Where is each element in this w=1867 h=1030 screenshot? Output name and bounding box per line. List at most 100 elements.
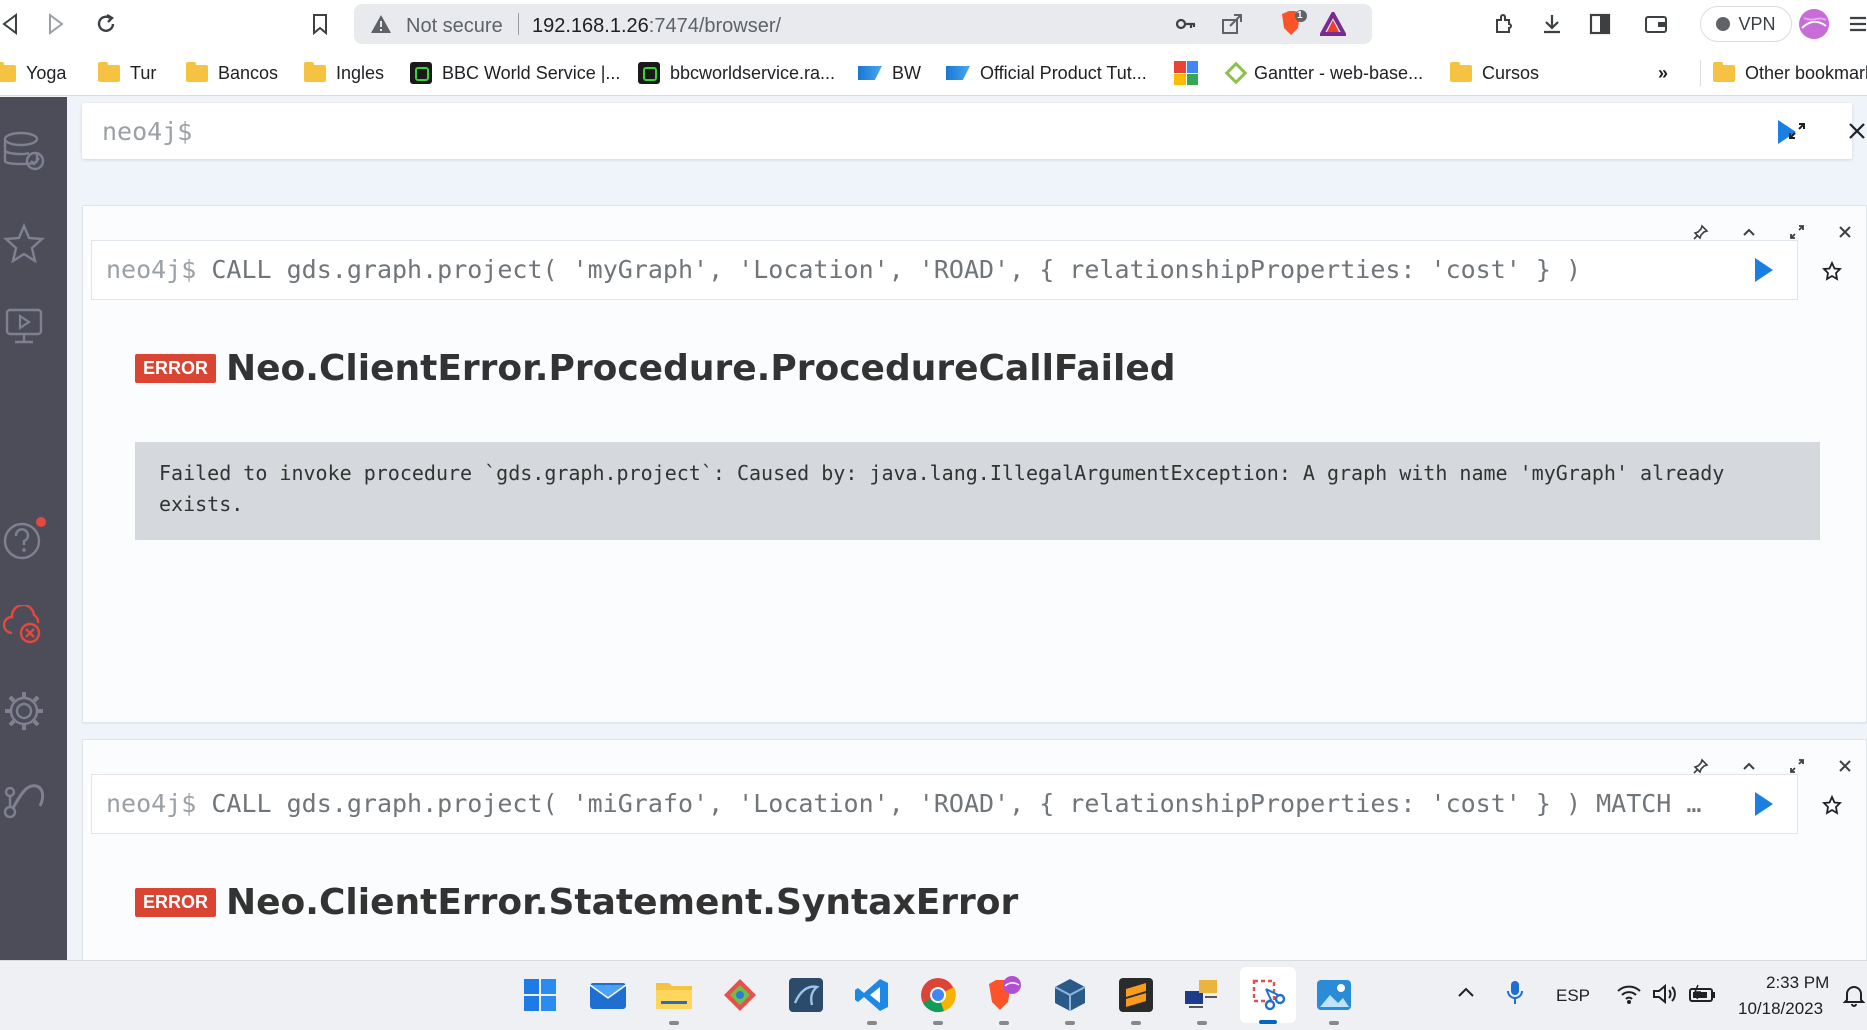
favorites-star-icon[interactable] (0, 219, 48, 267)
url-host: 192.168.1.26 (532, 15, 649, 37)
running-indicator (1131, 1021, 1141, 1025)
running-indicator (1065, 1021, 1075, 1025)
vpn-button[interactable]: VPN (1700, 6, 1792, 42)
tortoise-git-icon[interactable] (720, 975, 760, 1015)
vpn-status-icon (1716, 17, 1731, 31)
close-frame-icon[interactable] (1833, 754, 1857, 778)
bookmark-item[interactable]: BBC World Service |... (410, 60, 620, 86)
connection-error-icon[interactable] (0, 601, 48, 649)
bookmark-item[interactable]: BW (858, 60, 921, 86)
not-secure-label[interactable]: Not secure (406, 15, 503, 38)
menu-icon[interactable] (1842, 8, 1867, 40)
volume-icon[interactable] (1652, 983, 1678, 1010)
virtualbox-icon[interactable] (1050, 975, 1090, 1025)
frame-query[interactable]: neo4j$ CALL gds.graph.project( 'myGraph'… (91, 240, 1798, 300)
close-editor-icon[interactable] (1843, 117, 1867, 145)
bookmark-item[interactable]: Gantter - web-base... (1224, 60, 1423, 86)
guides-monitor-icon[interactable] (0, 303, 48, 351)
wallet-icon[interactable] (1640, 8, 1672, 40)
bookmark-label: bbcworldservice.ra... (670, 62, 836, 83)
remote-desktop-icon[interactable] (1182, 975, 1222, 1025)
mail-icon[interactable] (588, 975, 628, 1015)
bookmark-item[interactable]: Bancos (186, 60, 278, 86)
other-bookmarks[interactable]: Other bookmark (1700, 60, 1867, 86)
wifi-icon[interactable] (1616, 983, 1642, 1010)
photos-icon[interactable] (1314, 975, 1354, 1025)
file-explorer-icon[interactable] (654, 975, 694, 1025)
folder-icon (1450, 61, 1472, 82)
folder-icon (0, 61, 16, 82)
running-indicator (933, 1021, 943, 1025)
favorite-star-icon[interactable] (1819, 258, 1845, 284)
bookmark-label: Yoga (26, 62, 67, 83)
bookmark-label: Ingles (336, 62, 385, 83)
microphone-icon[interactable] (1506, 979, 1524, 1012)
bookmark-page-icon[interactable] (304, 8, 336, 40)
database-icon[interactable] (0, 127, 48, 175)
bookmark-item[interactable]: Ingles (304, 60, 384, 86)
share-icon[interactable] (1220, 12, 1244, 41)
running-indicator (669, 1021, 679, 1025)
start-menu-icon[interactable] (520, 975, 560, 1015)
running-indicator (1197, 1021, 1207, 1025)
address-bar[interactable]: Not secure 192.168.1.26:7474/browser/ 1 (354, 4, 1372, 44)
reload-icon[interactable] (90, 8, 122, 40)
brave-shields-icon[interactable]: 1 (1278, 10, 1308, 43)
extensions-icon[interactable] (1488, 8, 1520, 40)
result-frame: neo4j$ CALL gds.graph.project( 'myGraph'… (82, 205, 1867, 723)
frame-prompt: neo4j$ (106, 255, 197, 284)
bookmark-item[interactable] (1174, 60, 1198, 86)
snipping-tool-icon[interactable] (1240, 967, 1296, 1024)
omnibox-separator (518, 13, 519, 35)
brave-browser-icon[interactable] (984, 975, 1024, 1025)
sap-icon (946, 66, 970, 80)
clock-time[interactable]: 2:33 PM (1766, 973, 1829, 993)
editor-prompt: neo4j$ (102, 117, 193, 146)
bbc-icon (410, 62, 432, 84)
profile-avatar[interactable] (1798, 8, 1830, 40)
bookmark-item[interactable]: Official Product Tut... (946, 60, 1147, 86)
notification-bell-icon[interactable] (1842, 983, 1866, 1012)
sidebar-toggle-icon[interactable] (1584, 8, 1616, 40)
vscode-icon[interactable] (852, 975, 892, 1025)
bookmark-item[interactable]: Yoga (0, 60, 66, 86)
error-header: ERROR Neo.ClientError.Procedure.Procedur… (135, 348, 1176, 389)
rerun-query-icon[interactable] (1755, 792, 1773, 816)
key-icon[interactable] (1174, 12, 1198, 41)
downloads-icon[interactable] (1536, 8, 1568, 40)
sublime-text-icon[interactable] (1116, 975, 1156, 1025)
error-title: Neo.ClientError.Procedure.ProcedureCallF… (226, 348, 1176, 389)
result-frame: neo4j$ CALL gds.graph.project( 'miGrafo'… (82, 739, 1867, 960)
help-icon[interactable] (0, 515, 48, 563)
settings-gear-icon[interactable] (0, 687, 48, 735)
chrome-icon[interactable] (918, 975, 958, 1025)
brave-rewards-icon[interactable] (1318, 9, 1348, 41)
query-editor[interactable]: neo4j$ (82, 103, 1852, 159)
vpn-label: VPN (1738, 13, 1776, 34)
close-frame-icon[interactable] (1833, 220, 1857, 244)
more-bookmarks-button[interactable]: » (1658, 60, 1668, 86)
battery-icon[interactable] (1688, 983, 1716, 1010)
clock-date[interactable]: 10/18/2023 (1738, 999, 1823, 1019)
folder-icon (98, 61, 120, 82)
favorite-star-icon[interactable] (1819, 792, 1845, 818)
url-text[interactable]: 192.168.1.26:7474/browser/ (532, 15, 781, 38)
tray-overflow-icon[interactable] (1456, 985, 1476, 1004)
bookmark-item[interactable]: bbcworldservice.ra... (638, 60, 835, 86)
bookmark-item[interactable]: Cursos (1450, 60, 1539, 86)
running-indicator (999, 1021, 1009, 1025)
google-icon (1174, 61, 1198, 85)
language-indicator[interactable]: ESP (1556, 986, 1590, 1006)
bookmark-item[interactable]: Tur (98, 60, 156, 86)
forward-icon[interactable] (40, 8, 72, 40)
bookmark-label: BW (892, 62, 921, 83)
neo4j-graph-icon[interactable] (0, 773, 48, 821)
frame-query-text: CALL gds.graph.project( 'myGraph', 'Loca… (211, 255, 1582, 284)
rerun-query-icon[interactable] (1755, 258, 1773, 282)
running-indicator (1259, 1020, 1277, 1024)
frame-query[interactable]: neo4j$ CALL gds.graph.project( 'miGrafo'… (91, 774, 1798, 834)
mysql-workbench-icon[interactable] (786, 975, 826, 1015)
error-title: Neo.ClientError.Statement.SyntaxError (226, 882, 1019, 923)
expand-editor-icon[interactable] (1783, 117, 1811, 145)
back-icon[interactable] (0, 8, 26, 40)
